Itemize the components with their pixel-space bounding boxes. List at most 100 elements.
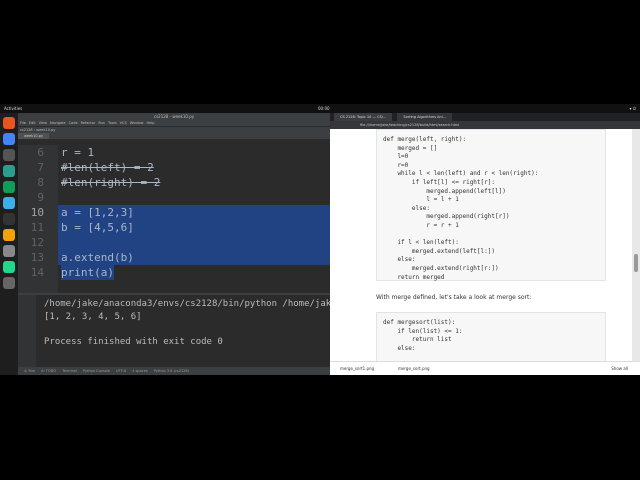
- status-item[interactable]: 4 spaces: [132, 369, 147, 373]
- code-line[interactable]: 8 #len(right) = 2: [18, 175, 330, 190]
- menu-item[interactable]: Navigate: [50, 121, 66, 125]
- code-line: else:: [383, 344, 416, 352]
- menu-item[interactable]: File: [20, 121, 26, 125]
- code-line[interactable]: 11 b = [4,5,6]: [18, 220, 330, 235]
- status-item[interactable]: UTF-8: [116, 369, 126, 373]
- ide-title: cs2128 - week10.py: [18, 113, 330, 120]
- menu-item[interactable]: Tools: [108, 121, 117, 125]
- code-line: merged.append(right[r]): [383, 213, 510, 221]
- code-text: #len(left) = 2: [61, 161, 154, 174]
- run-console[interactable]: /home/jake/anaconda3/envs/cs2128/bin/pyt…: [18, 293, 353, 369]
- status-item[interactable]: Terminal: [62, 369, 77, 373]
- status-item[interactable]: Python Console: [83, 369, 110, 373]
- line-number: 7: [37, 161, 44, 174]
- mergesort-code-block: def mergesort(list): if len(list) <= 1: …: [376, 312, 606, 361]
- code-text: a.extend(b): [61, 251, 134, 264]
- system-top-bar: Activities 00:00 ▾ ⏻: [0, 104, 640, 113]
- menu-item[interactable]: Edit: [29, 121, 36, 125]
- code-text: #len(right) = 2: [61, 176, 161, 189]
- line-number: 13: [30, 251, 44, 264]
- tab-week10[interactable]: week10.py: [18, 133, 50, 139]
- code-line[interactable]: 12: [18, 235, 330, 250]
- code-line: merged.extend(right[r:]): [383, 265, 499, 272]
- files-icon[interactable]: [3, 165, 15, 177]
- editor-tabs: week10.py: [18, 133, 330, 139]
- console-output: [1, 2, 3, 4, 5, 6]: [44, 312, 142, 322]
- code-line[interactable]: 10 a = [1,2,3]: [18, 205, 330, 220]
- status-item[interactable]: Python 3.8 (cs2128): [154, 369, 189, 373]
- code-line: if l < len(left):: [383, 239, 459, 247]
- code-line: return list: [383, 336, 452, 344]
- downloads-bar: merge_sort1.png merge_sort.png Show all: [330, 361, 640, 375]
- code-line: def mergesort(list):: [383, 319, 456, 326]
- menu-item[interactable]: VCS: [120, 121, 127, 125]
- desktop-screen: Activities 00:00 ▾ ⏻ cs2128 - week10.py …: [0, 104, 640, 375]
- app-icon[interactable]: [3, 197, 15, 209]
- breadcrumb[interactable]: cs2128 › week10.py: [18, 126, 330, 133]
- show-all-button[interactable]: Show all: [611, 362, 628, 375]
- browser-tab-strip: CS 2128: Topic 10 — CS/... Sorting Algor…: [330, 113, 640, 121]
- line-number: 9: [37, 191, 44, 204]
- code-line: r = r + 1: [383, 222, 459, 229]
- menu-item[interactable]: View: [39, 121, 47, 125]
- code-line: while l < len(left) and r < len(right):: [383, 170, 539, 178]
- menu-item[interactable]: Code: [69, 121, 78, 125]
- code-line[interactable]: 9: [18, 190, 330, 205]
- chrome-window: CS 2128: Topic 10 — CS/... Sorting Algor…: [330, 113, 640, 375]
- code-text: a = [1,2,3]: [61, 206, 134, 219]
- code-line: def merge(left, right):: [383, 136, 467, 143]
- code-line[interactable]: 13 a.extend(b): [18, 250, 330, 265]
- console-toolbar: [18, 295, 36, 369]
- menu-item[interactable]: Window: [130, 121, 144, 125]
- status-item[interactable]: 6: TODO: [41, 369, 56, 373]
- line-number: 10: [30, 206, 44, 219]
- clock[interactable]: 00:00: [318, 104, 330, 113]
- code-line: merged = []: [383, 144, 438, 152]
- code-line[interactable]: 14 print(a): [18, 265, 330, 280]
- ubuntu-software-icon[interactable]: [3, 117, 15, 129]
- sheets-icon[interactable]: [3, 181, 15, 193]
- code-line[interactable]: 7 #len(left) = 2: [18, 160, 330, 175]
- settings-icon[interactable]: [3, 245, 15, 257]
- console-command: /home/jake/anaconda3/envs/cs2128/bin/pyt…: [44, 299, 353, 309]
- chrome-icon[interactable]: [3, 133, 15, 145]
- line-number: 14: [30, 266, 44, 279]
- code-line: return merged: [383, 273, 445, 281]
- code-text: print(a): [61, 265, 114, 280]
- code-text: r = 1: [61, 146, 95, 159]
- menu-item[interactable]: Refactor: [81, 121, 96, 125]
- merge-code-block: def merge(left, right): merged = [] l=0 …: [376, 129, 606, 281]
- code-editor[interactable]: 6r = 1 7 #len(left) = 2 8 #len(right) = 2 …: [18, 145, 330, 293]
- code-line: if len(list) <= 1:: [383, 327, 463, 335]
- pycharm-icon[interactable]: [3, 261, 15, 273]
- line-number: 8: [37, 176, 44, 189]
- browser-tab[interactable]: Sorting Algorithms Ani...: [397, 113, 453, 121]
- address-bar[interactable]: file:///home/jake/teaching/cs2128/build/…: [330, 121, 640, 129]
- editor-icon[interactable]: [3, 229, 15, 241]
- menu-item[interactable]: Run: [98, 121, 105, 125]
- code-line: merged.extend(left[l:]): [383, 247, 495, 255]
- download-item[interactable]: merge_sort.png: [398, 362, 430, 375]
- activities-button[interactable]: Activities: [4, 104, 22, 113]
- show-apps-icon[interactable]: [3, 277, 15, 289]
- paragraph: With merge defined, let's take a look at…: [376, 294, 532, 301]
- line-number: 11: [30, 221, 44, 234]
- code-line[interactable]: 6 r = 1: [18, 145, 330, 160]
- browser-tab[interactable]: CS 2128: Topic 10 — CS/...: [334, 113, 393, 121]
- steam-icon[interactable]: [3, 213, 15, 225]
- status-item[interactable]: 4: Run: [24, 369, 35, 373]
- terminal-icon[interactable]: [3, 149, 15, 161]
- line-number: 6: [37, 146, 44, 159]
- download-item[interactable]: merge_sort1.png: [340, 362, 374, 375]
- code-line: else:: [383, 204, 430, 212]
- system-tray[interactable]: ▾ ⏻: [630, 104, 636, 113]
- code-text: b = [4,5,6]: [61, 221, 134, 234]
- scrollbar-thumb[interactable]: [634, 254, 638, 272]
- page-scrollbar[interactable]: [632, 129, 640, 361]
- line-number: 12: [30, 236, 44, 249]
- code-line: l=0: [383, 153, 409, 161]
- pycharm-window: cs2128 - week10.py File Edit View Navigate C…: [18, 113, 353, 375]
- web-page: def merge(left, right): merged = [] l=0 …: [330, 129, 632, 361]
- ide-status-bar: 4: Run 6: TODO Terminal Python Console UTF-8…: [18, 367, 330, 375]
- menu-item[interactable]: Help: [147, 121, 155, 125]
